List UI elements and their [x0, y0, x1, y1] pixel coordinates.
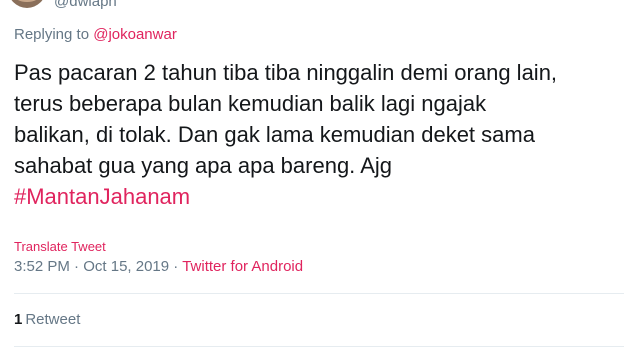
tweet-date[interactable]: Oct 15, 2019 — [83, 258, 169, 275]
tweet-text: Pas pacaran 2 tahun tiba tiba ninggalin … — [14, 57, 629, 212]
retweet-count: 1 — [14, 311, 23, 328]
translate-tweet-link[interactable]: Translate Tweet — [14, 239, 106, 255]
replying-to-label: Replying to — [14, 26, 90, 43]
meta-separator: · — [74, 258, 80, 275]
tweet-line: Pas pacaran 2 tahun tiba tiba ninggalin … — [14, 60, 558, 85]
replying-to: Replying to @jokoanwar — [14, 25, 177, 45]
tweet-source-link[interactable]: Twitter for Android — [182, 258, 303, 275]
divider — [14, 293, 624, 294]
retweet-label: Retweet — [25, 311, 81, 328]
hashtag-link[interactable]: #MantanJahanam — [14, 181, 190, 212]
tweet-line: terus beberapa bulan kemudian balik lagi… — [14, 91, 487, 116]
meta-separator: · — [173, 258, 179, 275]
avatar[interactable] — [8, 0, 46, 8]
tweet-metadata: 3:52 PM · Oct 15, 2019 · Twitter for And… — [14, 257, 303, 277]
tweet-line: sahabat gua yang apa apa bareng. Ajg — [14, 153, 392, 178]
tweet-detail: @dwiaph Replying to @jokoanwar Pas pacar… — [0, 0, 640, 360]
divider — [14, 346, 624, 347]
tweet-line: balikan, di tolak. Dan gak lama kemudian… — [14, 122, 535, 147]
mention-link[interactable]: @jokoanwar — [93, 26, 177, 43]
author-handle[interactable]: @dwiaph — [54, 0, 117, 11]
retweet-stat[interactable]: 1 Retweet — [14, 310, 80, 330]
tweet-time[interactable]: 3:52 PM — [14, 258, 70, 275]
